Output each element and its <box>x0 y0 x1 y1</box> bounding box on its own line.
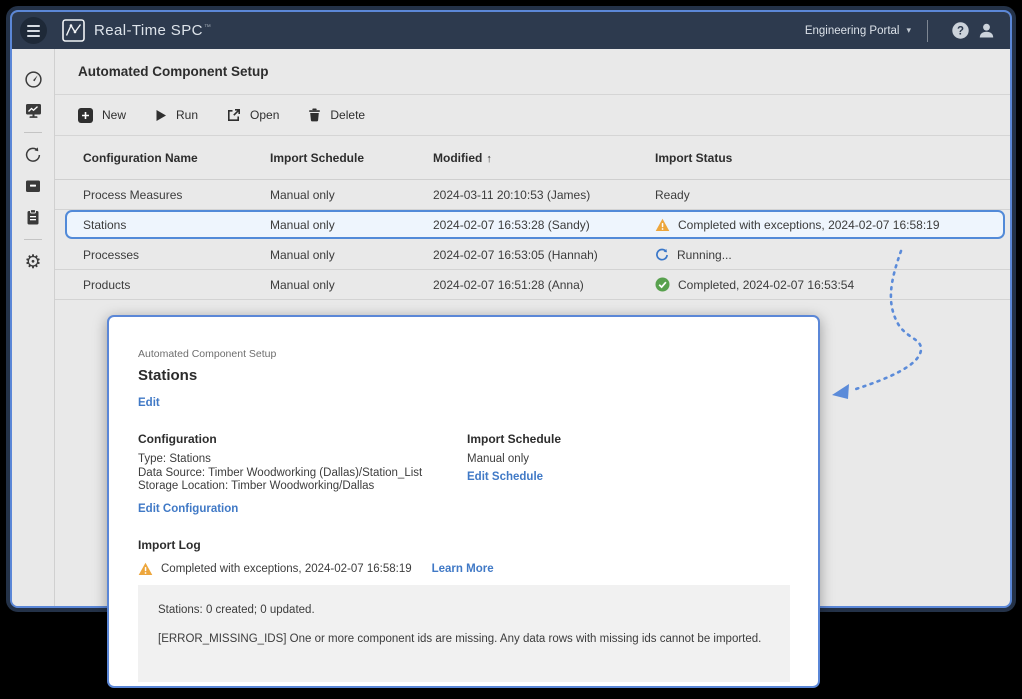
dashboard-gauge-icon[interactable] <box>19 65 47 93</box>
app-title: Real-Time SPC™ <box>94 22 211 39</box>
trash-icon <box>308 108 321 122</box>
import-log-status: Completed with exceptions, 2024-02-07 16… <box>161 563 412 575</box>
cell-configuration-name: Processes <box>83 248 270 262</box>
configuration-type: Type: Stations <box>138 453 467 467</box>
log-line: [ERROR_MISSING_IDS] One or more componen… <box>158 633 770 645</box>
monitor-chart-icon[interactable] <box>19 96 47 124</box>
edit-link[interactable]: Edit <box>138 397 160 409</box>
cell-configuration-name: Process Measures <box>83 188 270 202</box>
cell-import-status: Completed with exceptions, 2024-02-07 16… <box>655 218 1010 232</box>
table-row[interactable]: Processes Manual only 2024-02-07 16:53:0… <box>55 240 1010 270</box>
toolbar: New Run Open <box>55 95 1010 136</box>
column-header-configuration-name[interactable]: Configuration Name <box>83 151 270 165</box>
help-button[interactable]: ? <box>950 21 970 41</box>
configuration-storage-location: Storage Location: Timber Woodworking/Dal… <box>138 480 467 494</box>
table-row-selected[interactable]: Stations Manual only 2024-02-07 16:53:28… <box>55 210 1010 240</box>
table-header-row: Configuration Name Import Schedule Modif… <box>55 136 1010 180</box>
sidebar-divider <box>24 132 42 133</box>
play-icon <box>155 109 167 122</box>
portal-selector-label: Engineering Portal <box>805 25 900 37</box>
column-header-import-schedule[interactable]: Import Schedule <box>270 151 433 165</box>
sync-icon[interactable] <box>19 141 47 169</box>
success-check-icon <box>655 277 670 292</box>
plus-icon <box>78 108 93 123</box>
configuration-data-source: Data Source: Timber Woodworking (Dallas)… <box>138 467 467 481</box>
header-divider <box>927 20 928 42</box>
column-header-modified[interactable]: Modified↑ <box>433 151 655 165</box>
edit-schedule-link[interactable]: Edit Schedule <box>467 471 543 483</box>
cell-import-schedule: Manual only <box>270 218 433 232</box>
app-logo-icon <box>62 19 85 42</box>
cell-import-status: Completed, 2024-02-07 16:53:54 <box>655 277 1010 292</box>
sidebar-divider <box>24 239 42 240</box>
log-line: Stations: 0 created; 0 updated. <box>158 604 770 616</box>
detail-panel: Automated Component Setup Stations Edit … <box>107 315 820 688</box>
configuration-heading: Configuration <box>138 432 467 446</box>
learn-more-link[interactable]: Learn More <box>432 563 494 575</box>
portal-selector-dropdown[interactable]: Engineering Portal ▾ <box>805 25 911 37</box>
configuration-section: Configuration Type: Stations Data Source… <box>138 432 467 517</box>
import-schedule-section: Import Schedule Manual only Edit Schedul… <box>467 432 561 517</box>
storage-box-icon[interactable] <box>19 172 47 200</box>
gear-icon[interactable]: ⚙ <box>19 248 47 276</box>
open-button[interactable]: Open <box>227 108 279 122</box>
import-log-heading: Import Log <box>138 538 818 552</box>
import-schedule-value: Manual only <box>467 453 561 467</box>
cell-configuration-name: Products <box>83 278 270 292</box>
import-log-output: Stations: 0 created; 0 updated. [ERROR_M… <box>138 585 790 682</box>
table-row[interactable]: Products Manual only 2024-02-07 16:51:28… <box>55 270 1010 300</box>
column-header-import-status[interactable]: Import Status <box>655 151 1010 165</box>
cell-modified: 2024-03-11 20:10:53 (James) <box>433 188 655 202</box>
clipboard-icon[interactable] <box>19 203 47 231</box>
left-sidebar: ⚙ <box>12 49 55 606</box>
detail-breadcrumb: Automated Component Setup <box>138 348 818 360</box>
page-title: Automated Component Setup <box>78 64 269 79</box>
detail-title: Stations <box>138 367 818 384</box>
sort-ascending-icon: ↑ <box>486 153 492 165</box>
running-refresh-icon <box>655 248 669 262</box>
user-account-button[interactable] <box>976 21 996 41</box>
trademark: ™ <box>204 24 211 31</box>
cell-modified: 2024-02-07 16:51:28 (Anna) <box>433 278 655 292</box>
new-button[interactable]: New <box>78 108 126 123</box>
app-header: Real-Time SPC™ Engineering Portal ▾ ? <box>12 12 1010 49</box>
cell-configuration-name: Stations <box>83 218 270 232</box>
delete-button[interactable]: Delete <box>308 108 365 122</box>
cell-modified: 2024-02-07 16:53:05 (Hannah) <box>433 248 655 262</box>
edit-configuration-link[interactable]: Edit Configuration <box>138 503 238 515</box>
cell-import-schedule: Manual only <box>270 188 433 202</box>
run-button[interactable]: Run <box>155 108 198 122</box>
cell-modified: 2024-02-07 16:53:28 (Sandy) <box>433 218 655 232</box>
cell-import-schedule: Manual only <box>270 248 433 262</box>
table-row[interactable]: Process Measures Manual only 2024-03-11 … <box>55 180 1010 210</box>
cell-import-schedule: Manual only <box>270 278 433 292</box>
open-external-icon <box>227 108 241 122</box>
cell-import-status: Running... <box>655 248 1010 262</box>
chevron-down-icon: ▾ <box>906 25 911 36</box>
hamburger-menu-button[interactable] <box>20 17 47 44</box>
import-schedule-heading: Import Schedule <box>467 432 561 446</box>
svg-text:?: ? <box>956 25 963 37</box>
warning-icon <box>655 218 670 232</box>
cell-import-status: Ready <box>655 188 1010 202</box>
warning-icon <box>138 562 153 576</box>
